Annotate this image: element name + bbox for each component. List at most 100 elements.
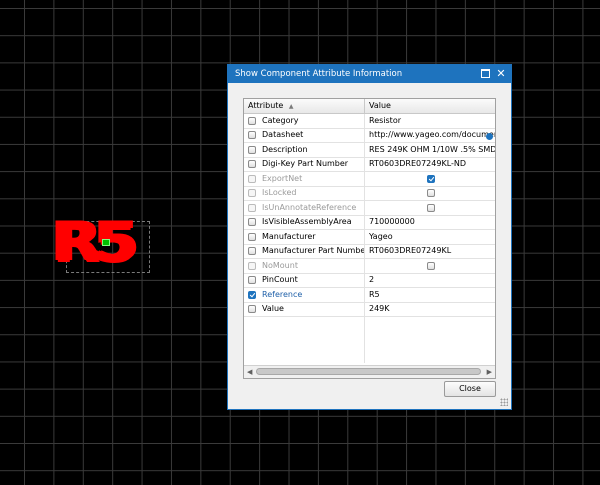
table-row[interactable]: Description RES 249K OHM 1/10W .5% SMD 0 bbox=[244, 143, 495, 158]
attribute-visibility-checkbox[interactable] bbox=[248, 145, 256, 154]
attribute-visibility-checkbox[interactable] bbox=[248, 247, 256, 256]
attribute-visibility-checkbox bbox=[248, 261, 256, 270]
close-icon: ✕ bbox=[496, 67, 506, 80]
scroll-left-icon[interactable]: ◀ bbox=[247, 368, 252, 376]
attribute-visibility-checkbox[interactable] bbox=[248, 305, 256, 314]
attribute-cell: Reference bbox=[244, 288, 365, 302]
attribute-value: R5 bbox=[369, 289, 380, 299]
attribute-name: Category bbox=[262, 115, 299, 125]
value-cell[interactable]: RT0603DRE07249KL bbox=[365, 245, 495, 259]
attribute-value: Resistor bbox=[369, 115, 401, 125]
table-header: Attribute ▲ Value bbox=[244, 99, 495, 114]
value-cell[interactable] bbox=[365, 201, 495, 215]
value-cell[interactable]: Resistor bbox=[365, 114, 495, 128]
resistor-component[interactable]: R5 bbox=[52, 213, 160, 273]
scroll-right-icon[interactable]: ▶ bbox=[487, 368, 492, 376]
attribute-value: 2 bbox=[369, 275, 375, 285]
value-cell[interactable]: 2 bbox=[365, 274, 495, 288]
scroll-indicator[interactable] bbox=[486, 133, 493, 140]
table-row[interactable]: IsUnAnnotateReference bbox=[244, 201, 495, 216]
value-cell[interactable]: R5 bbox=[365, 288, 495, 302]
attribute-value: Yageo bbox=[369, 231, 393, 241]
table-row[interactable]: Digi-Key Part Number RT0603DRE07249KL-ND bbox=[244, 157, 495, 172]
attribute-value: RT0603DRE07249KL-ND bbox=[369, 159, 467, 169]
value-cell[interactable]: RES 249K OHM 1/10W .5% SMD 0 bbox=[365, 143, 495, 157]
attribute-cell: Datasheet bbox=[244, 128, 365, 142]
value-cell[interactable]: Yageo bbox=[365, 230, 495, 244]
attribute-value: 249K bbox=[369, 304, 390, 314]
attribute-name: Manufacturer Part Number bbox=[262, 246, 365, 256]
table-row[interactable]: Manufacturer Part Number RT0603DRE07249KL bbox=[244, 244, 495, 259]
attribute-visibility-checkbox[interactable] bbox=[248, 290, 256, 299]
attribute-name: NoMount bbox=[262, 260, 298, 270]
value-cell[interactable] bbox=[365, 172, 495, 186]
horizontal-scrollbar[interactable]: ◀ ▶ bbox=[244, 365, 495, 378]
component-attribute-dialog: Show Component Attribute Information ✕ A… bbox=[227, 64, 512, 410]
table-row[interactable]: Manufacturer Yageo bbox=[244, 230, 495, 245]
attribute-visibility-checkbox[interactable] bbox=[248, 276, 256, 285]
table-empty-area bbox=[244, 317, 495, 363]
attribute-name: ExportNet bbox=[262, 173, 303, 183]
table-row[interactable]: Category Resistor bbox=[244, 114, 495, 129]
scrollbar-thumb[interactable] bbox=[256, 368, 481, 375]
table-body: Category Resistor Datasheet http://www.yage… bbox=[244, 114, 495, 317]
column-header-value[interactable]: Value bbox=[365, 99, 495, 113]
table-row[interactable]: Datasheet http://www.yageo.com/documen bbox=[244, 128, 495, 143]
value-checkbox[interactable] bbox=[427, 189, 435, 198]
attribute-name: Description bbox=[262, 144, 308, 154]
attribute-name: PinCount bbox=[262, 275, 298, 285]
column-header-value-label: Value bbox=[369, 101, 391, 110]
attribute-cell: PinCount bbox=[244, 273, 365, 287]
table-row[interactable]: IsVisibleAssemblyArea 710000000 bbox=[244, 215, 495, 230]
attribute-cell: Digi-Key Part Number bbox=[244, 157, 365, 171]
attribute-value: RT0603DRE07249KL bbox=[369, 246, 452, 256]
attribute-cell: IsLocked bbox=[244, 186, 365, 200]
value-cell[interactable]: 249K bbox=[365, 303, 495, 317]
table-row[interactable]: PinCount 2 bbox=[244, 273, 495, 288]
table-row[interactable]: IsLocked bbox=[244, 186, 495, 201]
attribute-name: Manufacturer bbox=[262, 231, 316, 241]
table-row[interactable]: ExportNet bbox=[244, 172, 495, 187]
attribute-visibility-checkbox bbox=[248, 174, 256, 183]
column-header-attribute[interactable]: Attribute ▲ bbox=[244, 99, 365, 113]
table-row[interactable]: Value 249K bbox=[244, 302, 495, 317]
attribute-name: Value bbox=[262, 304, 284, 314]
close-button[interactable]: Close bbox=[444, 381, 496, 397]
resize-grip-icon[interactable] bbox=[500, 398, 508, 406]
attribute-value: 710000000 bbox=[369, 217, 415, 227]
value-checkbox[interactable] bbox=[427, 261, 435, 270]
attribute-name: Digi-Key Part Number bbox=[262, 159, 349, 169]
value-cell[interactable] bbox=[365, 187, 495, 201]
maximize-icon bbox=[480, 68, 490, 78]
value-checkbox[interactable] bbox=[427, 174, 435, 183]
close-window-button[interactable]: ✕ bbox=[493, 65, 509, 83]
table-row[interactable]: NoMount bbox=[244, 259, 495, 274]
attribute-visibility-checkbox bbox=[248, 189, 256, 198]
attribute-visibility-checkbox[interactable] bbox=[248, 160, 256, 169]
dialog-title: Show Component Attribute Information bbox=[235, 69, 403, 79]
attribute-visibility-checkbox[interactable] bbox=[248, 131, 256, 140]
attribute-visibility-checkbox[interactable] bbox=[248, 232, 256, 241]
attribute-visibility-checkbox[interactable] bbox=[248, 218, 256, 227]
dialog-titlebar[interactable]: Show Component Attribute Information ✕ bbox=[228, 65, 511, 83]
attribute-value: http://www.yageo.com/documen bbox=[369, 130, 495, 140]
maximize-button[interactable] bbox=[477, 65, 493, 83]
value-cell[interactable] bbox=[365, 259, 495, 273]
attribute-cell: Description bbox=[244, 143, 365, 157]
column-header-attribute-label: Attribute bbox=[248, 101, 284, 110]
attribute-table: Attribute ▲ Value Category Resistor Datash… bbox=[243, 98, 496, 379]
table-row[interactable]: Reference R5 bbox=[244, 288, 495, 303]
attribute-cell: Category bbox=[244, 114, 365, 128]
attribute-name: IsUnAnnotateReference bbox=[262, 202, 357, 212]
attribute-visibility-checkbox bbox=[248, 203, 256, 212]
attribute-visibility-checkbox[interactable] bbox=[248, 116, 256, 125]
value-cell[interactable]: http://www.yageo.com/documen bbox=[365, 129, 495, 143]
value-checkbox[interactable] bbox=[427, 203, 435, 212]
attribute-cell: IsVisibleAssemblyArea bbox=[244, 215, 365, 229]
attribute-cell: IsUnAnnotateReference bbox=[244, 201, 365, 215]
value-cell[interactable]: 710000000 bbox=[365, 216, 495, 230]
attribute-cell: Value bbox=[244, 302, 365, 316]
attribute-name: Reference bbox=[262, 289, 303, 299]
value-cell[interactable]: RT0603DRE07249KL-ND bbox=[365, 158, 495, 172]
attribute-cell: Manufacturer bbox=[244, 230, 365, 244]
